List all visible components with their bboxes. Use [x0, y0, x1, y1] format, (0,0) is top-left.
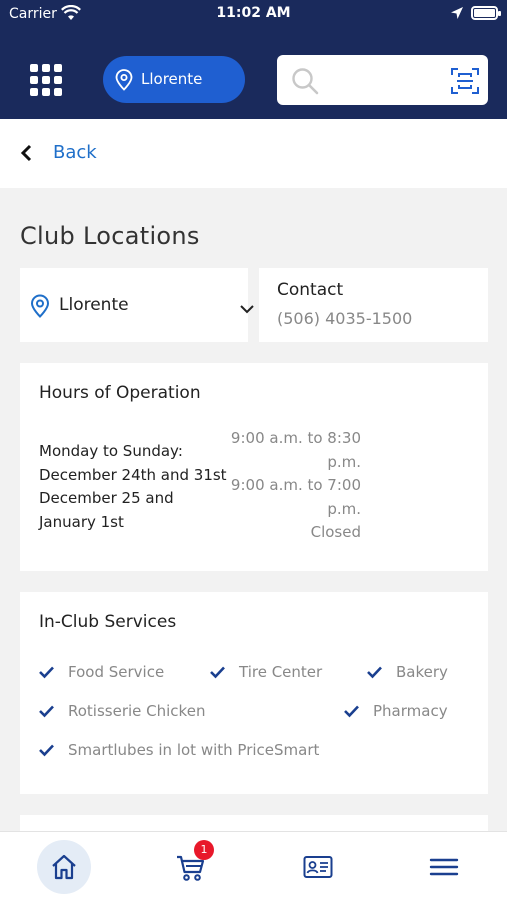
club-location-label: Llorente	[141, 70, 203, 88]
search-icon	[291, 67, 319, 99]
home-icon	[52, 854, 76, 880]
app-header: Carrier 11:02 AM Llorente	[0, 0, 507, 119]
hours-time-line: Closed	[310, 523, 361, 541]
selected-club-name: Llorente	[59, 295, 129, 315]
hours-day-line: December 24th and 31st	[39, 465, 227, 484]
hours-times: 9:00 a.m. to 8:30 p.m. 9:00 a.m. to 7:00…	[225, 427, 361, 545]
back-button[interactable]: Back	[53, 142, 97, 163]
hours-days: Monday to Sunday: December 24th and 31st…	[39, 440, 239, 534]
contact-heading: Contact	[277, 280, 344, 300]
services-card: In-Club Services Food Service Tire Cente…	[20, 592, 488, 794]
battery-icon	[471, 6, 501, 20]
club-location-button[interactable]: Llorente	[103, 56, 339, 103]
contact-card: Contact (506) 4035-1500	[259, 268, 488, 342]
hours-day-line: Monday to Sunday:	[39, 442, 183, 460]
club-selector-dropdown[interactable]: Llorente	[20, 268, 254, 342]
checkmark-icon	[366, 665, 383, 683]
status-bar: Carrier 11:02 AM	[0, 0, 507, 30]
checkmark-icon	[38, 665, 55, 683]
service-label: Smartlubes in lot with PriceSmart	[68, 741, 320, 759]
location-services-icon	[450, 6, 464, 24]
barcode-scan-icon[interactable]	[450, 66, 480, 100]
hours-day-line: January 1st	[39, 512, 124, 531]
bottom-tab-bar: 1	[0, 831, 507, 900]
services-heading: In-Club Services	[39, 612, 177, 632]
hours-card: Hours of Operation Monday to Sunday: Dec…	[20, 363, 488, 571]
search-input[interactable]	[327, 67, 437, 93]
tab-home[interactable]	[37, 840, 91, 894]
back-navigation-bar: Back	[0, 119, 507, 188]
search-bar[interactable]	[277, 55, 488, 105]
location-pin-icon	[30, 294, 50, 322]
service-label: Pharmacy	[373, 702, 448, 720]
service-label: Bakery	[396, 663, 448, 681]
hours-time-line: p.m.	[327, 452, 361, 471]
location-pin-icon	[115, 69, 133, 95]
page-title: Club Locations	[20, 222, 200, 250]
checkmark-icon	[209, 665, 226, 683]
cart-count-badge: 1	[194, 840, 214, 860]
chevron-down-icon	[239, 299, 255, 318]
hours-day-line: December 25 and	[39, 489, 174, 507]
service-label: Food Service	[68, 663, 165, 681]
service-item: Tire Center	[210, 663, 323, 681]
service-item: Rotisserie Chicken	[39, 702, 206, 720]
checkmark-icon	[38, 704, 55, 722]
tab-menu[interactable]	[416, 840, 470, 894]
hours-time-line: 9:00 a.m. to 8:30	[230, 429, 361, 447]
clock: 11:02 AM	[216, 5, 291, 21]
checkmark-icon	[343, 704, 360, 722]
tab-membership[interactable]	[290, 840, 344, 894]
hours-time-line: p.m.	[327, 499, 361, 518]
apps-grid-button[interactable]	[30, 64, 62, 96]
service-label: Rotisserie Chicken	[68, 702, 206, 720]
membership-card-icon	[303, 856, 333, 878]
hamburger-menu-icon	[429, 858, 459, 876]
hours-heading: Hours of Operation	[39, 383, 201, 403]
service-item: Smartlubes in lot with PriceSmart	[39, 741, 320, 759]
hours-time-line: 9:00 a.m. to 7:00	[230, 476, 361, 494]
service-item: Bakery	[367, 663, 448, 681]
checkmark-icon	[38, 743, 55, 761]
chevron-left-icon[interactable]	[19, 144, 33, 166]
service-item: Pharmacy	[344, 702, 448, 720]
contact-phone[interactable]: (506) 4035-1500	[277, 309, 412, 328]
service-item: Food Service	[39, 663, 165, 681]
service-label: Tire Center	[239, 663, 323, 681]
